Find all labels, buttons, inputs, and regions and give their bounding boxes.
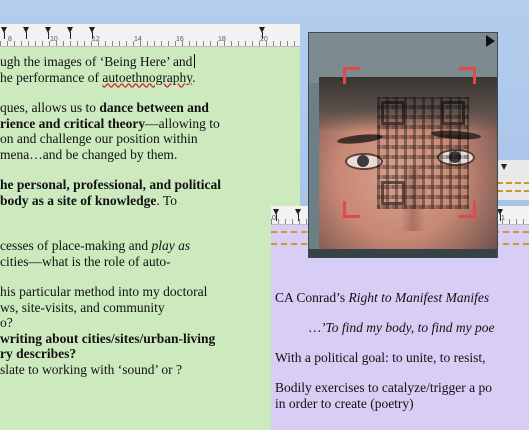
text-cursor	[194, 54, 196, 68]
qr-finder-pattern	[441, 101, 465, 125]
text-line: cities—what is the role of auto-	[0, 253, 171, 269]
paragraph: ques, allows us to dance between and rie…	[0, 100, 300, 162]
tab-stop-marker[interactable]	[45, 27, 51, 39]
misspelled-word[interactable]: autoethnography	[102, 70, 192, 85]
camera-feed	[319, 77, 497, 257]
tab-stop-marker[interactable]	[1, 27, 7, 39]
text-line: ugh the images of ‘Being Here’ and	[0, 54, 193, 69]
paragraph: With a political goal: to unite, to resi…	[275, 350, 529, 366]
bold-text: ry describes?	[0, 346, 77, 361]
text-line: .	[192, 69, 196, 85]
paragraph: …’To find my body, to find my poe	[275, 320, 529, 336]
qr-finder-pattern	[381, 101, 405, 125]
ruler-scale	[0, 41, 300, 46]
bold-text: dance between and	[99, 100, 209, 115]
document-window-green[interactable]: 8 10 12 14 16 18 20 ugh the images of ‘B…	[0, 24, 300, 430]
text-line: on and challenge our position within	[0, 131, 198, 146]
text-line: —allowing to	[145, 115, 220, 131]
paragraph: ugh the images of ‘Being Here’ and he pe…	[0, 54, 300, 85]
background-window-ruler[interactable]	[496, 160, 529, 200]
horizontal-ruler[interactable]: 8 10 12 14 16 18 20	[0, 24, 300, 47]
paragraph: cesses of place-making and play as citie…	[0, 238, 300, 269]
text-line: With a political goal: to unite, to resi…	[275, 350, 486, 365]
dashed-guide	[497, 182, 529, 192]
text-line: CA Conrad’s	[275, 290, 349, 305]
text-line: he performance of	[0, 69, 103, 85]
bold-text: body as a site of knowledge	[0, 192, 157, 208]
text-line: his particular method into my doctoral	[0, 284, 208, 299]
scan-bracket-bottom-left	[343, 201, 360, 218]
text-line: ques, allows us to	[0, 100, 100, 115]
italic-text: …’To find my body, to find my poe	[309, 320, 495, 335]
scan-bracket-bottom-right	[459, 201, 476, 218]
scan-bracket-top-right	[459, 67, 476, 84]
text-line: ws, site-visits, and community	[0, 299, 165, 315]
text-line: slate to working with ‘sound’ or ?	[0, 361, 182, 377]
tab-stop-marker[interactable]	[89, 27, 95, 39]
play-icon[interactable]	[486, 35, 495, 47]
bold-text: writing about cities/sites/urban-living	[0, 330, 216, 346]
text-line: o?	[0, 315, 13, 330]
qr-finder-pattern	[381, 181, 405, 205]
paragraph: he personal, professional, and political…	[0, 177, 300, 208]
text-line: in order to create (poetry)	[275, 396, 414, 411]
camera-footer	[309, 249, 497, 257]
camera-preview-window[interactable]	[308, 32, 498, 258]
tab-stop-marker[interactable]	[259, 27, 265, 39]
tab-stop-marker[interactable]	[501, 164, 507, 170]
bold-text: he personal, professional, and political	[0, 177, 222, 192]
tab-stop-marker[interactable]	[295, 209, 301, 221]
document-body[interactable]: ugh the images of ‘Being Here’ and he pe…	[0, 54, 300, 392]
document-body[interactable]: CA Conrad’s Right to Manifest Manifes …’…	[275, 290, 529, 426]
italic-text: Right to Manifest Manifes	[348, 290, 490, 305]
qr-code-overlay	[377, 97, 469, 209]
bold-text: rience and critical theory	[0, 115, 146, 131]
text-line: Bodily exercises to catalyze/trigger a p…	[275, 380, 493, 395]
tab-stop-marker[interactable]	[23, 27, 29, 39]
tab-stop-marker[interactable]	[67, 27, 73, 39]
paragraph: his particular method into my doctoral w…	[0, 284, 300, 377]
paragraph: CA Conrad’s Right to Manifest Manifes	[275, 290, 529, 306]
text-line: mena…and be changed by them.	[0, 146, 178, 162]
text-line: . To	[156, 192, 177, 208]
paragraph: Bodily exercises to catalyze/trigger a p…	[275, 380, 529, 412]
scan-bracket-top-left	[343, 67, 360, 84]
text-line: cesses of place-making and	[0, 238, 152, 253]
italic-text: play as	[151, 238, 191, 253]
